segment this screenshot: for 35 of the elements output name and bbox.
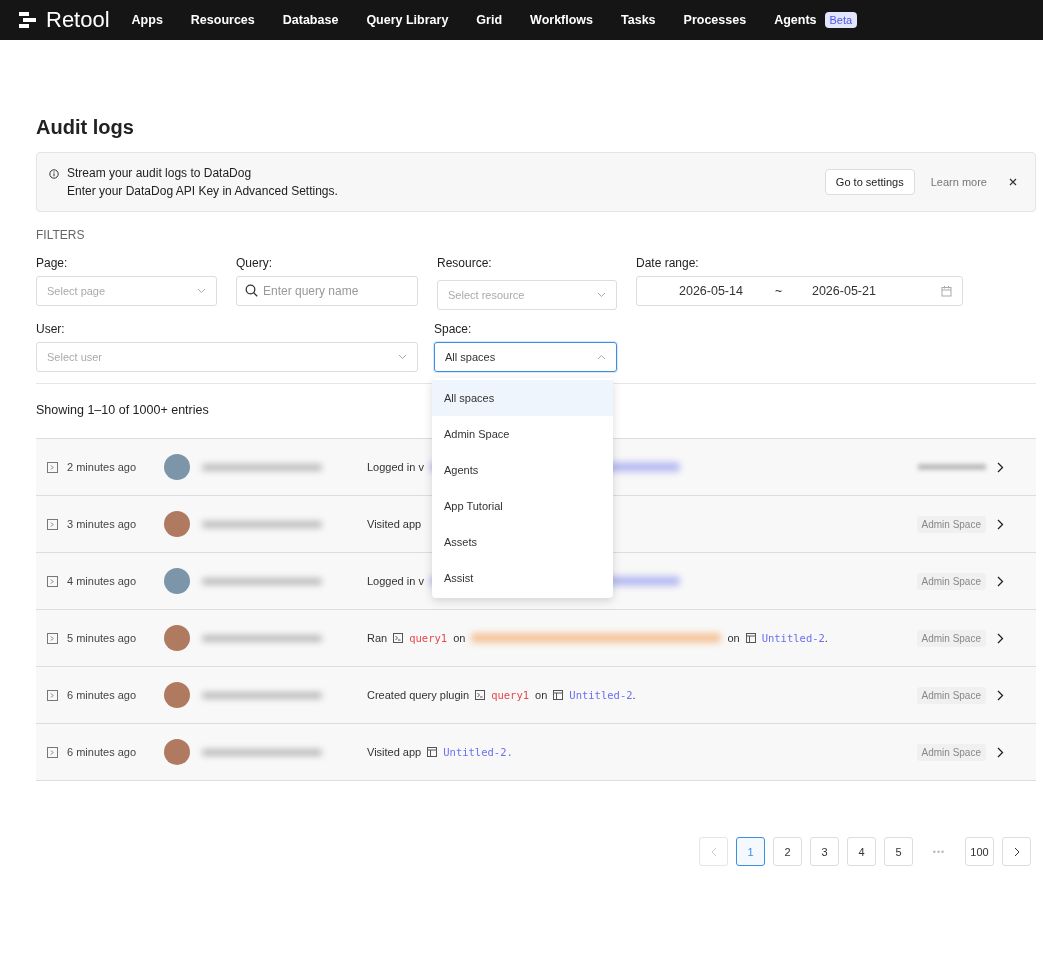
action-text: .: [632, 689, 636, 701]
action-text: Logged in v: [367, 461, 424, 473]
filters-heading: FILTERS: [36, 228, 86, 242]
filter-label: Date range:: [636, 256, 700, 270]
entries-summary: Showing 1–10 of 1000+ entries: [36, 403, 210, 417]
filter-label: Resource:: [437, 256, 493, 270]
action-text: Created query plugin: [367, 689, 470, 701]
action-text: on: [453, 632, 466, 644]
action-text: Visited app: [367, 518, 422, 530]
page-title: Audit logs: [36, 116, 135, 139]
filter-label: Space:: [434, 322, 473, 336]
action-text: Logged in v: [367, 575, 424, 587]
space-tag: Admin Space: [916, 515, 986, 533]
beta-badge: Beta: [824, 12, 858, 28]
range-separator: ~: [774, 284, 782, 298]
time-ago: 6 minutes ago: [67, 689, 138, 701]
space-tag: Admin Space: [916, 572, 986, 590]
time-ago: 2 minutes ago: [67, 461, 138, 473]
time-ago: 6 minutes ago: [67, 746, 138, 758]
filter-label: User:: [36, 322, 66, 336]
space-tag: Admin Space: [916, 686, 986, 704]
banner-title: Stream your audit logs to DataDog: [67, 166, 253, 180]
filter-label: Query:: [236, 256, 273, 270]
action-text: on: [535, 689, 548, 701]
space-tag: Admin Space: [916, 743, 986, 761]
banner-message: Enter your DataDog API Key in Advanced Settings.: [67, 184, 339, 198]
time-ago: 3 minutes ago: [67, 518, 138, 530]
space-tag: Admin Space: [916, 629, 986, 647]
time-ago: 5 minutes ago: [67, 632, 138, 644]
filter-label: Page:: [36, 256, 69, 270]
action-text: .: [824, 632, 828, 644]
action-text: on: [727, 632, 740, 644]
action-text: Ran: [367, 632, 388, 644]
action-text: Visited app: [367, 746, 422, 758]
time-ago: 4 minutes ago: [67, 575, 138, 587]
